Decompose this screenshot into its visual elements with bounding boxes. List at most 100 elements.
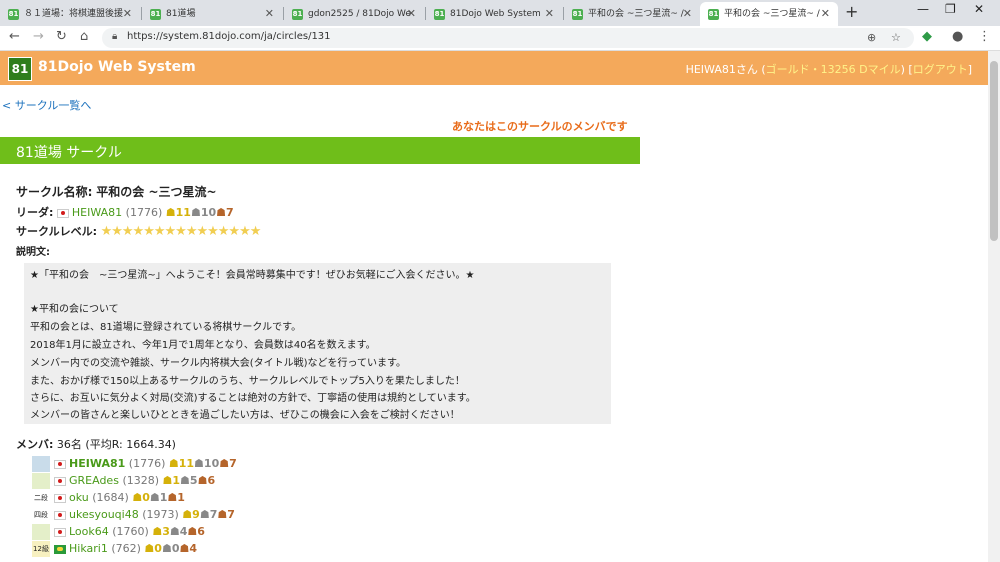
user-status-link[interactable]: ゴールド・13256 Dマイル	[766, 63, 901, 76]
site-logo[interactable]: 81	[8, 57, 32, 81]
forward-arrow-icon[interactable]: →	[33, 29, 44, 44]
back-arrow-icon[interactable]: ←	[9, 29, 20, 44]
bronze-medal-icon: ☗	[167, 491, 178, 504]
rank-badge-icon: 二段	[32, 490, 50, 506]
member-bronze-count: 6	[207, 474, 216, 487]
japan-flag-icon	[54, 459, 66, 469]
member-name-link[interactable]: GREAdes	[69, 474, 119, 487]
members-summary: 36名 (平均R: 1664.34)	[56, 438, 176, 451]
rank-badge-icon: 12級	[32, 541, 50, 557]
account-icon[interactable]: ●	[952, 29, 963, 44]
member-row: 四段 ukesyouqi48 (1973) ☗9☗7☗7	[32, 506, 235, 523]
gold-medal-icon: ☗	[168, 457, 179, 470]
member-bronze-count: 7	[229, 457, 237, 470]
japan-flag-icon	[54, 476, 66, 486]
japan-flag-icon	[54, 493, 66, 503]
browser-tab[interactable]: 81 平和の会 ~三つ星流~ / ✕	[564, 2, 700, 26]
japan-flag-icon	[56, 208, 69, 218]
description-line: ★「平和の会 ~三つ星流~」へようこそ！会員常時募集中です！ぜひお気軽にご入会く…	[30, 270, 475, 281]
brazil-flag-icon	[54, 544, 66, 554]
new-tab-button[interactable]: +	[845, 2, 858, 21]
tab-label: gdon2525 / 81Dojo We	[308, 9, 411, 19]
tab-label: 81Dojo Web System	[450, 9, 541, 19]
description-line: 平和の会とは、81道場に登録されている将棋サークルです。	[30, 322, 302, 333]
member-row: 12級 Hikari1 (762) ☗0☗0☗4	[32, 540, 197, 557]
member-gold-count: 11	[178, 457, 195, 470]
member-rate: (1776)	[128, 457, 166, 470]
back-to-circles-link[interactable]: < サークル一覧へ	[2, 97, 91, 113]
gold-medal-icon: ☗	[165, 206, 176, 219]
leader-silver-count: 10	[200, 206, 217, 219]
description-line: ★平和の会について	[30, 304, 119, 315]
close-icon[interactable]: ✕	[545, 2, 554, 26]
silver-medal-icon: ☗	[194, 457, 204, 470]
description-label: 説明文:	[16, 247, 50, 258]
lock-icon: 🔒︎	[112, 31, 118, 42]
site-favicon-icon: 81	[8, 8, 19, 20]
logout-link[interactable]: ログアウト	[913, 63, 968, 76]
leader-bronze-count: 7	[226, 206, 234, 219]
close-icon[interactable]: ✕	[123, 2, 132, 26]
browser-tab[interactable]: 81 ８１道場：将棋連盟後援 ✕	[0, 2, 140, 26]
rank-badge-icon	[32, 456, 50, 472]
close-icon[interactable]: ✕	[683, 2, 692, 26]
leader-gold-count: 11	[175, 206, 191, 219]
bookmark-star-icon[interactable]: ☆	[891, 31, 901, 44]
close-icon[interactable]: ✕	[407, 2, 416, 26]
scrollbar-thumb[interactable]	[990, 61, 998, 241]
browser-tab[interactable]: 81 gdon2525 / 81Dojo We ✕	[284, 2, 424, 26]
zoom-icon[interactable]: ⊕	[867, 31, 876, 44]
menu-kebab-icon[interactable]: ⋮	[978, 29, 991, 44]
leader-rate: (1776)	[125, 206, 163, 219]
tab-label: 平和の会 ~三つ星流~ /	[724, 9, 820, 19]
site-favicon-icon: 81	[292, 8, 303, 20]
url-text: https://system.81dojo.com/ja/circles/131	[127, 31, 331, 42]
silver-medal-icon: ☗	[149, 491, 160, 504]
silver-medal-icon: ☗	[190, 206, 201, 219]
japan-flag-icon	[54, 527, 66, 537]
extension-shield-icon[interactable]: ◆	[922, 29, 932, 44]
section-header: 81道場 サークル	[0, 137, 640, 164]
member-row: Look64 (1760) ☗3☗4☗6	[32, 523, 205, 540]
member-name-link[interactable]: Hikari1	[69, 542, 108, 555]
address-bar[interactable]: 🔒︎ https://system.81dojo.com/ja/circles/…	[102, 28, 914, 48]
circle-name-label: サークル名称:	[16, 185, 93, 199]
close-icon[interactable]: ✕	[265, 2, 274, 26]
circle-name: 平和の会 ~三つ星流~	[96, 185, 217, 199]
member-name-link[interactable]: oku	[69, 491, 89, 504]
minimize-icon[interactable]: —	[917, 2, 929, 16]
close-icon[interactable]: ✕	[821, 2, 830, 26]
leader-name-link[interactable]: HEIWA81	[72, 206, 122, 219]
level-label: サークルレベル:	[16, 225, 98, 238]
member-gold-count: 0	[154, 542, 162, 555]
tab-label: 81道場	[166, 9, 196, 19]
gold-medal-icon: ☗	[182, 508, 193, 521]
bronze-medal-icon: ☗	[216, 206, 226, 219]
leader-label: リーダ:	[16, 206, 54, 219]
site-title[interactable]: 81Dojo Web System	[38, 59, 196, 75]
window-close-icon[interactable]: ✕	[974, 2, 984, 16]
restore-icon[interactable]: ❐	[945, 2, 956, 16]
member-bronze-count: 4	[189, 542, 198, 555]
browser-tab[interactable]: 81 81道場 ✕	[142, 2, 282, 26]
rank-badge-icon	[32, 473, 50, 489]
members-summary-row: メンバ: 36名 (平均R: 1664.34)	[16, 436, 176, 452]
member-rate: (1328)	[122, 474, 160, 487]
member-name-link[interactable]: HEIWA81	[69, 457, 125, 470]
section-title: 81道場 サークル	[16, 145, 122, 161]
site-header: 81 81Dojo Web System HEIWA81さん (ゴールド・132…	[0, 51, 988, 85]
browser-tab[interactable]: 81 81Dojo Web System ✕	[426, 2, 562, 26]
browser-tab-active[interactable]: 81 平和の会 ~三つ星流~ / ✕	[700, 2, 838, 26]
reload-icon[interactable]: ↻	[56, 29, 67, 44]
leader-row: リーダ: HEIWA81 (1776) ☗11☗10☗7	[16, 204, 234, 220]
member-name-link[interactable]: Look64	[69, 525, 109, 538]
member-gold-count: 0	[142, 491, 150, 504]
circle-level-row: サークルレベル: ★★★★★★★★★★★★★★★	[16, 223, 261, 239]
member-name-link[interactable]: ukesyouqi48	[69, 508, 139, 521]
site-favicon-icon: 81	[572, 8, 583, 20]
home-icon[interactable]: ⌂	[80, 29, 88, 44]
description-box: ★「平和の会 ~三つ星流~」へようこそ！会員常時募集中です！ぜひお気軽にご入会く…	[24, 263, 611, 424]
member-gold-count: 1	[172, 474, 181, 487]
members-label: メンバ:	[16, 438, 54, 451]
page-scrollbar[interactable]	[988, 51, 1000, 562]
